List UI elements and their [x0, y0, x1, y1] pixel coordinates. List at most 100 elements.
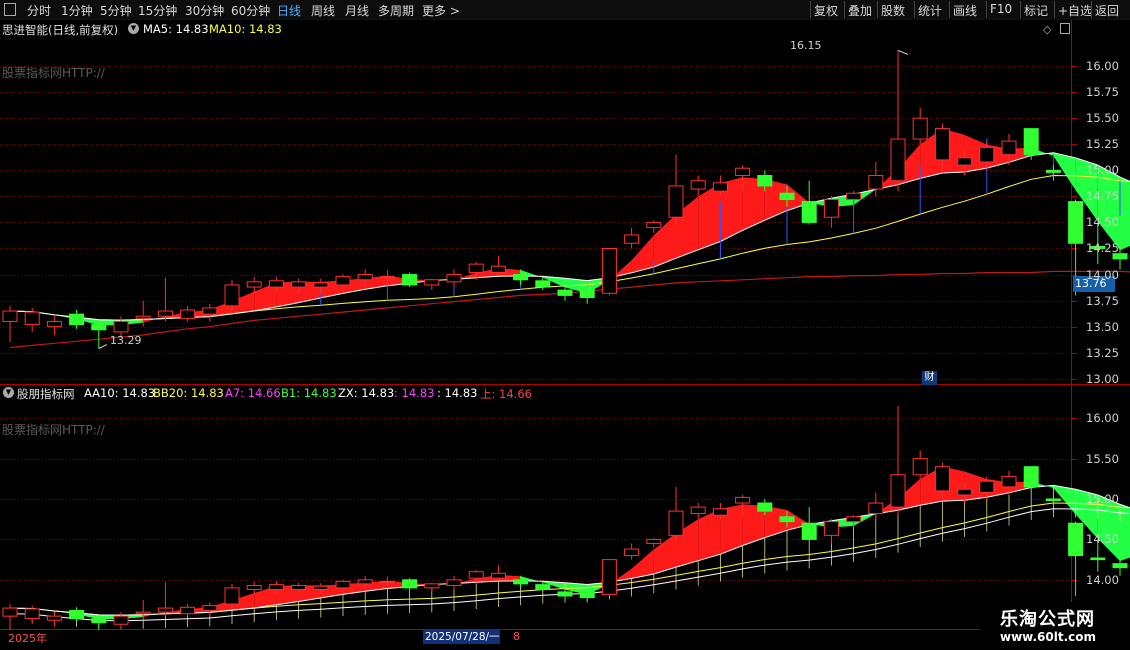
main-candle	[468, 263, 484, 273]
y-tick-main: 14.00	[1086, 267, 1119, 282]
sub-candle	[335, 580, 351, 589]
sub-candle	[24, 608, 40, 620]
sub-candle	[379, 580, 395, 583]
sub-candle	[957, 488, 973, 496]
main-candle	[1023, 128, 1039, 156]
sub-candle	[468, 571, 484, 579]
main-ribbon-segment	[698, 183, 721, 250]
sub-candle	[1045, 498, 1061, 502]
main-candle	[557, 289, 573, 296]
sub-ribbon-segment	[698, 508, 721, 561]
main-candle	[357, 274, 373, 281]
sub-candle	[91, 618, 107, 624]
main-candle	[712, 182, 728, 192]
cursor-date: 2025/07/28/一	[423, 630, 500, 644]
y-tick-main: 16.00	[1086, 59, 1119, 74]
y-tick-main: 14.50	[1086, 215, 1119, 230]
sub-candle	[490, 572, 506, 579]
sub-candle	[890, 474, 906, 508]
sub-candle	[690, 506, 706, 515]
sub-candle	[934, 466, 950, 492]
main-candle	[246, 281, 262, 288]
sub-candle	[246, 584, 262, 590]
main-candle	[268, 280, 284, 288]
y-tick-main: 15.50	[1086, 111, 1119, 126]
main-candle	[979, 146, 995, 163]
sub-candle	[135, 611, 151, 615]
y-tick-sub: 15.00	[1086, 492, 1119, 506]
y-tick-main: 13.00	[1086, 371, 1119, 386]
y-tick-main: 13.75	[1086, 293, 1119, 308]
main-candle	[490, 265, 506, 273]
y-tick-sub: 14.00	[1086, 572, 1119, 587]
ma20-line	[9, 174, 1130, 321]
main-candle	[46, 320, 62, 328]
sub-candle	[2, 607, 18, 617]
sub-candle	[424, 583, 440, 589]
main-candle	[2, 310, 18, 322]
candlestick-chart[interactable]	[0, 0, 1130, 650]
main-candle	[157, 310, 173, 317]
finance-badge[interactable]: 财	[922, 371, 937, 385]
y-tick-main: 13.50	[1086, 319, 1119, 334]
main-candle	[1001, 140, 1017, 156]
sub-candle	[180, 606, 196, 615]
sub-candle	[624, 548, 640, 557]
main-candle	[135, 315, 151, 319]
sub-candle	[801, 522, 817, 540]
main-candle	[446, 274, 462, 283]
main-candle	[890, 138, 906, 182]
y-tick-sub: 14.50	[1086, 532, 1119, 547]
sub-candle	[668, 510, 684, 536]
sub-candle	[357, 579, 373, 585]
sub-candle	[779, 516, 795, 523]
sub-candle	[113, 615, 129, 625]
logo-url: www.60lt.com	[1000, 630, 1097, 644]
main-candle	[402, 274, 418, 286]
sub-candle	[912, 458, 928, 476]
sub-candle	[1023, 466, 1039, 488]
sub-candle	[846, 516, 862, 523]
sub-candle	[757, 502, 773, 512]
main-candle	[579, 288, 595, 298]
sub-candle	[1090, 557, 1106, 561]
main-candle	[912, 117, 928, 140]
sub-candle	[202, 605, 218, 612]
sub-candle	[1112, 563, 1128, 569]
sub-candle	[1001, 475, 1017, 488]
main-candle	[202, 307, 218, 315]
sub-candle	[157, 607, 173, 613]
max-price-label: 16.15	[790, 39, 822, 52]
sub-candle	[979, 480, 995, 494]
main-candle	[535, 280, 551, 288]
y-tick-main: 15.25	[1086, 137, 1119, 152]
y-tick-main: 15.75	[1086, 85, 1119, 100]
y-tick-main: 14.75	[1086, 189, 1119, 204]
min-price-label: 13.29	[110, 334, 142, 347]
y-tick-sub: 16.00	[1086, 411, 1119, 426]
main-candle	[868, 175, 884, 190]
main-candle	[180, 309, 196, 319]
sub-candle	[601, 559, 617, 595]
sub-candle	[46, 615, 62, 621]
main-candle	[601, 247, 617, 294]
logo-name: 乐淘公式网	[1000, 609, 1095, 630]
sub-candle	[712, 508, 728, 516]
main-candle	[957, 157, 973, 166]
main-candle	[1068, 201, 1084, 244]
sub-candle	[735, 496, 751, 504]
sub-candle	[313, 585, 329, 590]
sub-candle	[291, 584, 307, 590]
main-candle	[735, 167, 751, 177]
main-candle	[801, 201, 817, 223]
y-tick-main: 13.25	[1086, 345, 1119, 360]
main-candle	[846, 192, 862, 200]
sub-candle	[579, 590, 595, 599]
sub-candle	[69, 610, 85, 620]
main-candle	[668, 185, 684, 218]
month-label: 8	[513, 630, 520, 643]
sub-bb20-line	[9, 502, 1130, 616]
sub-candle	[1068, 522, 1084, 557]
main-candle	[1045, 169, 1061, 173]
main-ribbon-segment	[1120, 177, 1130, 251]
